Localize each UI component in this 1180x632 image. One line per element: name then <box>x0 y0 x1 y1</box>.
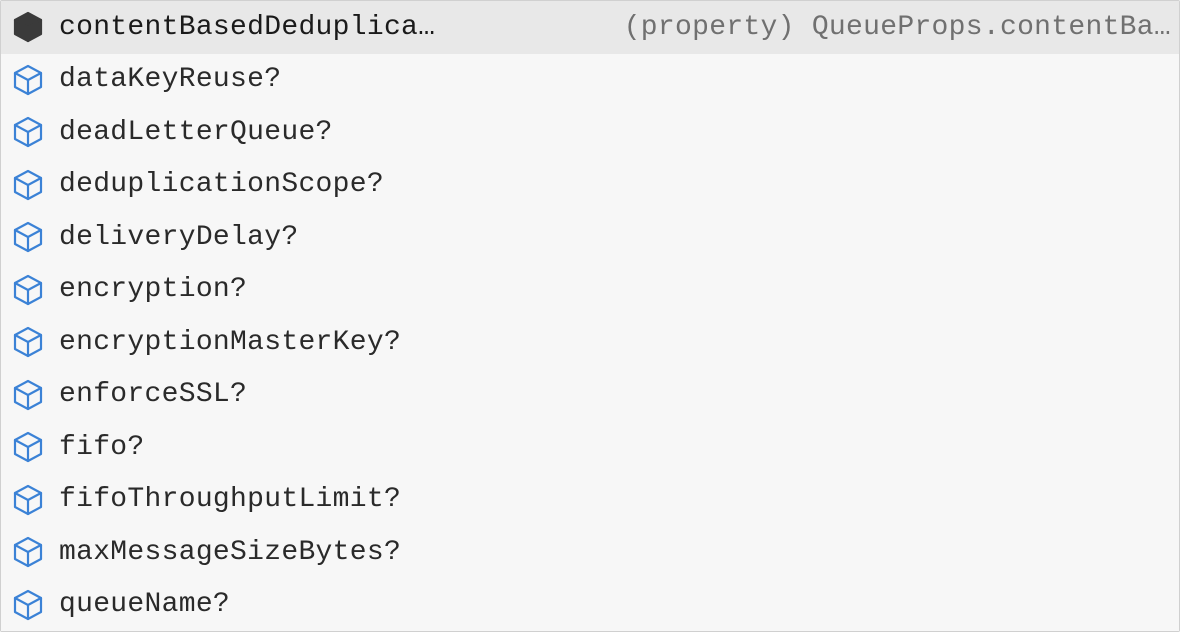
property-cube-icon <box>9 61 47 99</box>
suggestion-left: encryption? <box>9 271 247 309</box>
suggestion-left: fifo? <box>9 428 145 466</box>
suggestion-label: contentBasedDeduplica… <box>59 12 435 43</box>
property-cube-icon <box>9 428 47 466</box>
suggestion-left: dataKeyReuse? <box>9 61 281 99</box>
property-cube-icon <box>9 218 47 256</box>
suggestion-item[interactable]: deliveryDelay? <box>1 211 1179 264</box>
suggestion-left: deduplicationScope? <box>9 166 384 204</box>
suggestion-label: queueName? <box>59 589 230 620</box>
suggestion-item[interactable]: contentBasedDeduplica… (property) QueuePr… <box>1 1 1179 54</box>
suggestion-label: enforceSSL? <box>59 379 247 410</box>
suggestion-left: queueName? <box>9 586 230 624</box>
suggestion-item[interactable]: encryptionMasterKey? <box>1 316 1179 369</box>
suggestion-left: contentBasedDeduplica… <box>9 8 435 46</box>
suggestion-item[interactable]: deduplicationScope? <box>1 159 1179 212</box>
property-cube-icon <box>9 533 47 571</box>
property-cube-icon <box>9 481 47 519</box>
suggestion-item[interactable]: fifo? <box>1 421 1179 474</box>
property-cube-icon <box>9 323 47 361</box>
suggestion-label: fifoThroughputLimit? <box>59 484 401 515</box>
property-cube-icon <box>9 271 47 309</box>
intellisense-suggestion-list[interactable]: contentBasedDeduplica… (property) QueuePr… <box>1 1 1179 631</box>
suggestion-detail: (property) QueueProps.contentBa… <box>604 12 1171 43</box>
suggestion-left: deadLetterQueue? <box>9 113 333 151</box>
suggestion-label: deduplicationScope? <box>59 169 384 200</box>
suggestion-label: dataKeyReuse? <box>59 64 281 95</box>
property-cube-icon <box>9 586 47 624</box>
suggestion-item[interactable]: queueName? <box>1 579 1179 632</box>
suggestion-item[interactable]: encryption? <box>1 264 1179 317</box>
suggestion-label: encryptionMasterKey? <box>59 327 401 358</box>
suggestion-item[interactable]: deadLetterQueue? <box>1 106 1179 159</box>
suggestion-label: deliveryDelay? <box>59 222 298 253</box>
property-cube-icon <box>9 376 47 414</box>
suggestion-label: maxMessageSizeBytes? <box>59 537 401 568</box>
suggestion-label: encryption? <box>59 274 247 305</box>
suggestion-left: enforceSSL? <box>9 376 247 414</box>
suggestion-label: fifo? <box>59 432 145 463</box>
suggestion-item[interactable]: dataKeyReuse? <box>1 54 1179 107</box>
suggestion-label: deadLetterQueue? <box>59 117 333 148</box>
suggestion-left: deliveryDelay? <box>9 218 298 256</box>
suggestion-item[interactable]: enforceSSL? <box>1 369 1179 422</box>
suggestion-item[interactable]: fifoThroughputLimit? <box>1 474 1179 527</box>
property-cube-icon <box>9 166 47 204</box>
suggestion-left: fifoThroughputLimit? <box>9 481 401 519</box>
suggestion-left: encryptionMasterKey? <box>9 323 401 361</box>
property-cube-icon <box>9 8 47 46</box>
suggestion-item[interactable]: maxMessageSizeBytes? <box>1 526 1179 579</box>
property-cube-icon <box>9 113 47 151</box>
suggestion-left: maxMessageSizeBytes? <box>9 533 401 571</box>
